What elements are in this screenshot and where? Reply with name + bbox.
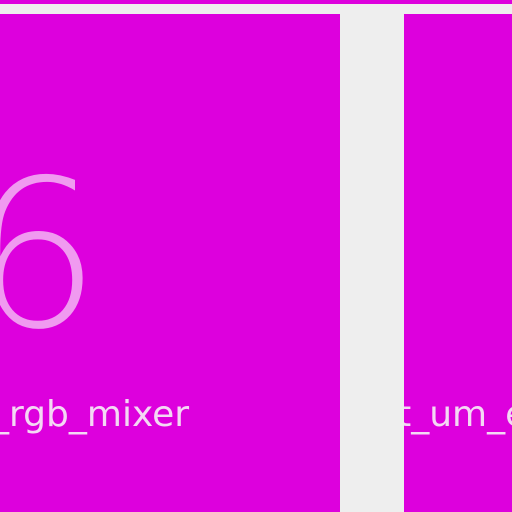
tile-label: tt_um_e xyxy=(404,394,512,435)
tile-grid: 6 _rgb_mixer tt_um_e xyxy=(0,0,512,512)
tile-label: _rgb_mixer xyxy=(0,394,190,435)
tile-row-above[interactable] xyxy=(0,0,512,4)
tile-number: 6 xyxy=(0,137,101,375)
project-tile-rgb-mixer[interactable]: 6 _rgb_mixer xyxy=(0,14,340,512)
project-tile-tt-um-e[interactable]: tt_um_e xyxy=(404,14,512,512)
